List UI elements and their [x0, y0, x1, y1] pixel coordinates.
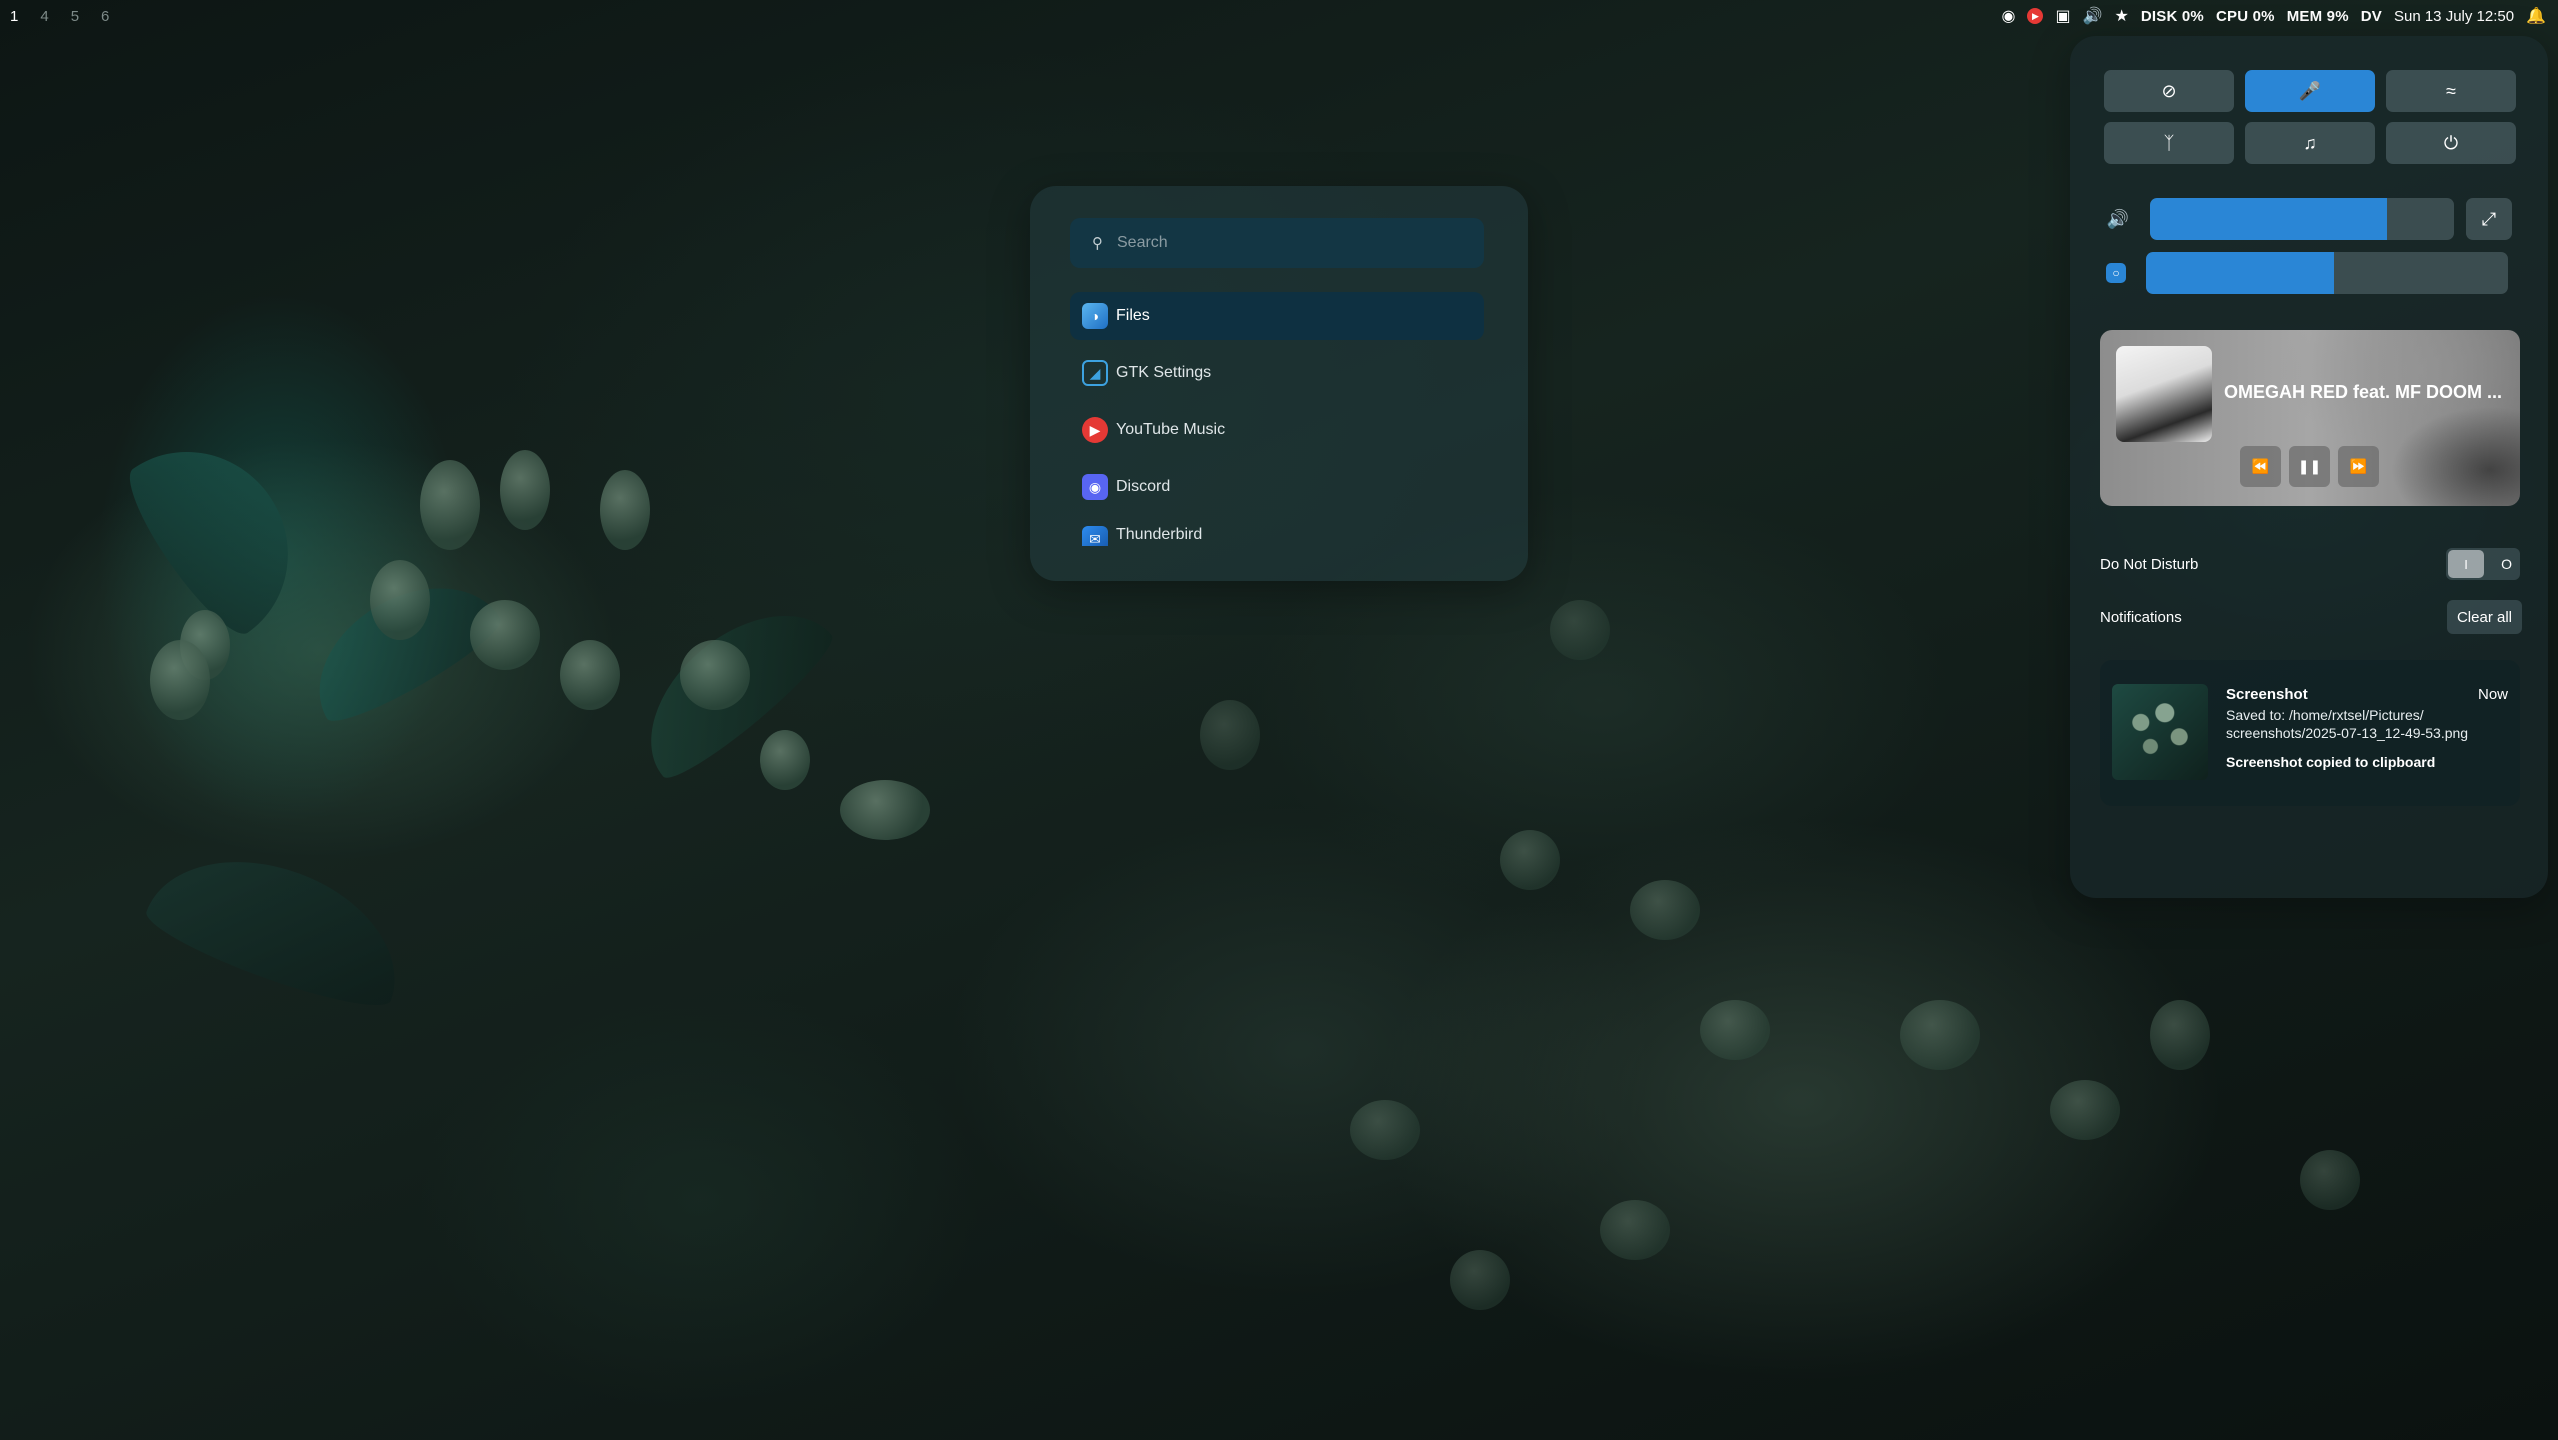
- music-toggle[interactable]: ♫: [2245, 122, 2375, 164]
- app-item-gtk-settings[interactable]: ◢ GTK Settings: [1070, 349, 1484, 397]
- microphone-toggle[interactable]: 🎤: [2245, 70, 2375, 112]
- app-item-files[interactable]: ◑ Files: [1070, 292, 1484, 340]
- control-center: ⊘ 🎤 ≈ ᛉ ♫ ⏻ 🔊 ⤢ ○ OMEGAH RED feat. MF DO…: [2070, 36, 2548, 898]
- disk-usage: DISK 0%: [2140, 7, 2204, 25]
- cpu-usage: CPU 0%: [2215, 7, 2275, 25]
- robot-icon[interactable]: ▣: [2055, 6, 2070, 26]
- brightness-fill: [2146, 252, 2335, 294]
- bluetooth-icon: ᛉ: [2163, 132, 2175, 153]
- launcher-search: ⚲: [1070, 218, 1484, 268]
- media-player: OMEGAH RED feat. MF DOOM ... ⏪ ❚❚ ⏩: [2100, 330, 2520, 506]
- youtube-music-icon: ▶: [1082, 417, 1108, 443]
- do-not-disturb-row: Do Not Disturb I O: [2100, 548, 2520, 580]
- notifications-title: Notifications: [2100, 608, 2182, 626]
- notification-card[interactable]: Screenshot Now Saved to: /home/rxtsel/Pi…: [2100, 660, 2520, 806]
- expand-button[interactable]: ⤢: [2466, 198, 2512, 240]
- discord-icon[interactable]: ◉: [2002, 6, 2016, 26]
- app-label: GTK Settings: [1116, 364, 1212, 381]
- app-launcher: ⚲ ◑ Files ◢ GTK Settings ▶ YouTube Music…: [1030, 186, 1528, 581]
- notification-thumbnail: [2112, 684, 2208, 780]
- volume-row: 🔊 ⤢: [2104, 198, 2512, 240]
- player-controls: ⏪ ❚❚ ⏩: [2240, 446, 2379, 487]
- app-item-thunderbird[interactable]: ✉ Thunderbird: [1070, 520, 1484, 546]
- dnd-toggle[interactable]: I O: [2446, 548, 2520, 580]
- power-icon: ⏻: [2443, 132, 2459, 153]
- notifications-header: Notifications Clear all: [2100, 600, 2522, 634]
- workspace-4-button[interactable]: 4: [40, 8, 48, 25]
- app-label: Thunderbird: [1116, 526, 1203, 543]
- rewind-icon: ⏪: [2251, 458, 2270, 474]
- app-list: ◑ Files ◢ GTK Settings ▶ YouTube Music ◉…: [1070, 292, 1484, 555]
- discord-icon: ◉: [1082, 474, 1108, 500]
- album-art: [2116, 346, 2212, 442]
- fast-forward-icon: ⏩: [2349, 458, 2368, 474]
- power-button[interactable]: ⏻: [2386, 122, 2516, 164]
- network-icon[interactable]: ★: [2115, 6, 2129, 26]
- keyboard-layout[interactable]: DV: [2361, 8, 2382, 25]
- quick-settings: ⊘ 🎤 ≈ ᛉ ♫ ⏻: [2104, 70, 2516, 164]
- notification-time: Now: [2477, 686, 2508, 703]
- app-item-discord[interactable]: ◉ Discord: [1070, 463, 1484, 511]
- bell-icon[interactable]: 🔔: [2526, 6, 2546, 26]
- wifi-toggle[interactable]: ≈: [2386, 70, 2516, 112]
- notification-extra: Screenshot copied to clipboard: [2226, 754, 2436, 770]
- next-button[interactable]: ⏩: [2338, 446, 2379, 487]
- expand-icon: ⤢: [2481, 208, 2497, 229]
- system-tray: ◉ ▶ ▣ 🔊 ★ DISK 0% CPU 0% MEM 9% DV Sun 1…: [2002, 6, 2558, 26]
- night-light-off-icon: ⊘: [2161, 80, 2177, 101]
- music-note-icon: ♫: [2303, 132, 2317, 153]
- thunderbird-icon: ✉: [1082, 526, 1108, 546]
- app-label: Discord: [1116, 478, 1171, 495]
- search-input[interactable]: [1115, 233, 1459, 253]
- brightness-icon: ○: [2106, 263, 2126, 283]
- workspace-5-button[interactable]: 5: [71, 8, 79, 25]
- bluetooth-toggle[interactable]: ᛉ: [2104, 122, 2234, 164]
- app-label: Files: [1116, 307, 1150, 324]
- top-bar: 1 4 5 6 ◉ ▶ ▣ 🔊 ★ DISK 0% CPU 0% MEM 9% …: [0, 0, 2558, 32]
- track-title: OMEGAH RED feat. MF DOOM ...: [2224, 382, 2503, 402]
- notification-app: Screenshot: [2226, 686, 2308, 703]
- pause-icon: ❚❚: [2297, 458, 2322, 474]
- gtk-settings-icon: ◢: [1082, 360, 1108, 386]
- night-light-toggle[interactable]: ⊘: [2104, 70, 2234, 112]
- volume-slider[interactable]: [2150, 198, 2454, 240]
- brightness-slider[interactable]: [2146, 252, 2508, 294]
- volume-fill: [2150, 198, 2388, 240]
- wifi-icon: ≈: [2446, 80, 2456, 101]
- volume-icon[interactable]: 🔊: [2083, 6, 2103, 26]
- app-label: YouTube Music: [1116, 421, 1226, 438]
- workspace-1-button[interactable]: 1: [10, 8, 18, 25]
- app-item-youtube-music[interactable]: ▶ YouTube Music: [1070, 406, 1484, 454]
- dnd-label: Do Not Disturb: [2100, 555, 2199, 573]
- notification-body: Saved to: /home/rxtsel/Pictures/ screens…: [2226, 707, 2469, 741]
- mem-usage: MEM 9%: [2286, 7, 2349, 25]
- clear-all-button[interactable]: Clear all: [2446, 600, 2522, 634]
- workspace-switcher: 1 4 5 6: [0, 8, 109, 25]
- dnd-toggle-knob: I: [2448, 550, 2484, 578]
- previous-button[interactable]: ⏪: [2240, 446, 2281, 487]
- workspace-6-button[interactable]: 6: [101, 8, 109, 25]
- youtube-music-icon[interactable]: ▶: [2027, 8, 2044, 24]
- microphone-icon: 🎤: [2298, 80, 2322, 101]
- brightness-row: ○: [2104, 252, 2508, 294]
- pause-button[interactable]: ❚❚: [2289, 446, 2330, 487]
- files-icon: ◑: [1082, 303, 1108, 329]
- clock[interactable]: Sun 13 July 12:50: [2394, 8, 2514, 25]
- search-icon: ⚲: [1092, 235, 1103, 252]
- dnd-off-symbol: O: [2501, 556, 2512, 572]
- volume-icon[interactable]: 🔊: [2106, 207, 2130, 231]
